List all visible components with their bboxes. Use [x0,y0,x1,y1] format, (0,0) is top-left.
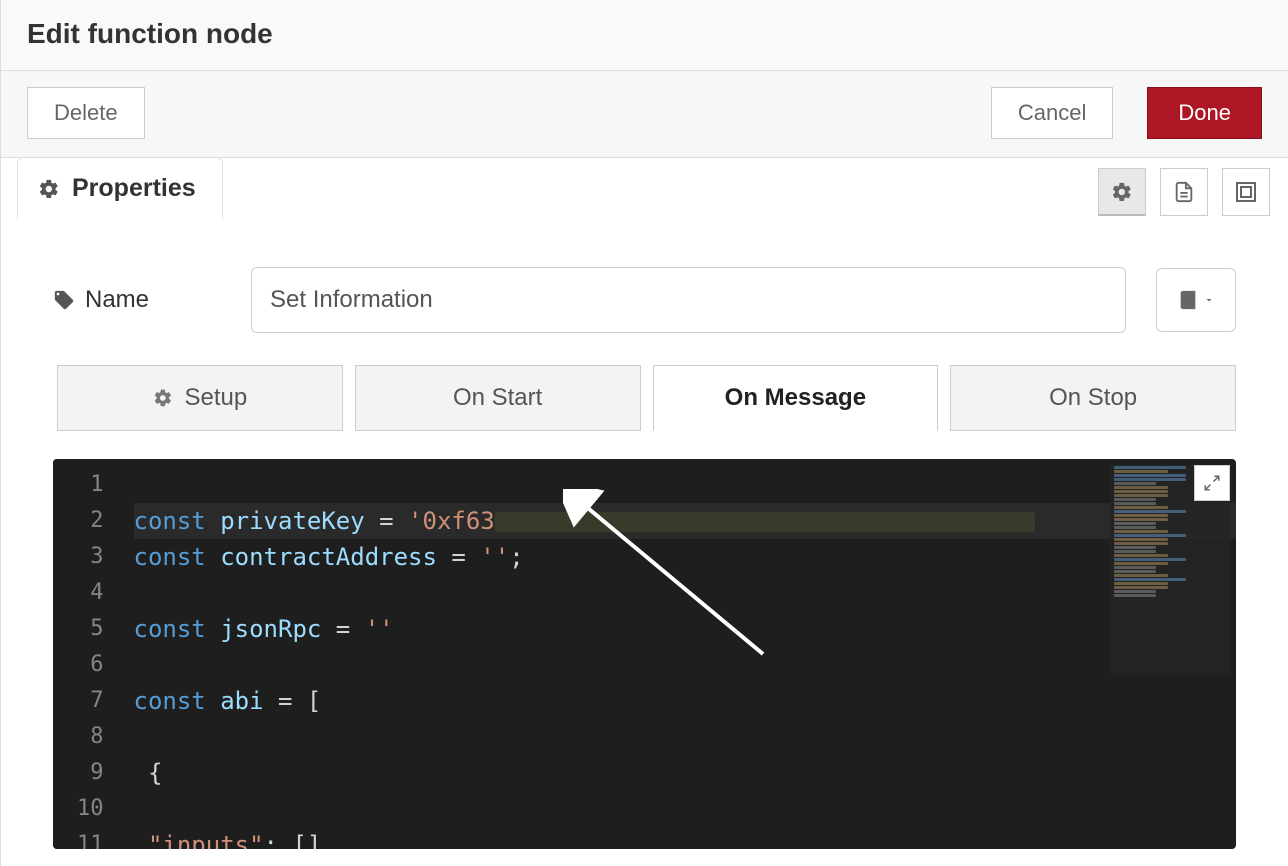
name-label: Name [53,286,233,314]
panel-title: Edit function node [27,18,1262,50]
name-field-row: Name [53,267,1236,333]
main-tab-bar: Properties [1,157,1288,219]
tab-on-stop[interactable]: On Stop [950,365,1236,431]
delete-button[interactable]: Delete [27,87,145,139]
node-description-button[interactable] [1160,168,1208,216]
tab-properties-label: Properties [72,174,196,203]
line-gutter: 1234567891011 [53,459,122,849]
action-button-row: Delete Cancel Done [1,71,1288,158]
library-button[interactable] [1156,268,1236,332]
code-editor[interactable]: 1234567891011 const privateKey = '0xf63 … [53,459,1236,849]
redacted-private-key [495,512,1035,532]
tab-on-start[interactable]: On Start [355,365,641,431]
expand-editor-button[interactable] [1194,465,1230,501]
tab-on-message[interactable]: On Message [653,365,939,431]
code-content[interactable]: const privateKey = '0xf63 const contract… [122,459,1237,849]
panel-header: Edit function node [1,0,1288,71]
name-input[interactable] [251,267,1126,333]
done-button[interactable]: Done [1147,87,1262,139]
book-icon [1177,289,1199,311]
tag-icon [53,289,75,311]
node-settings-button[interactable] [1098,168,1146,216]
code-tab-bar: Setup On Start On Message On Stop [53,365,1236,431]
node-appearance-button[interactable] [1222,168,1270,216]
gear-icon [38,178,60,200]
tab-properties[interactable]: Properties [17,157,223,219]
cancel-button[interactable]: Cancel [991,87,1113,139]
gear-icon [153,388,173,408]
tab-setup[interactable]: Setup [57,365,343,431]
caret-down-icon [1203,294,1215,306]
